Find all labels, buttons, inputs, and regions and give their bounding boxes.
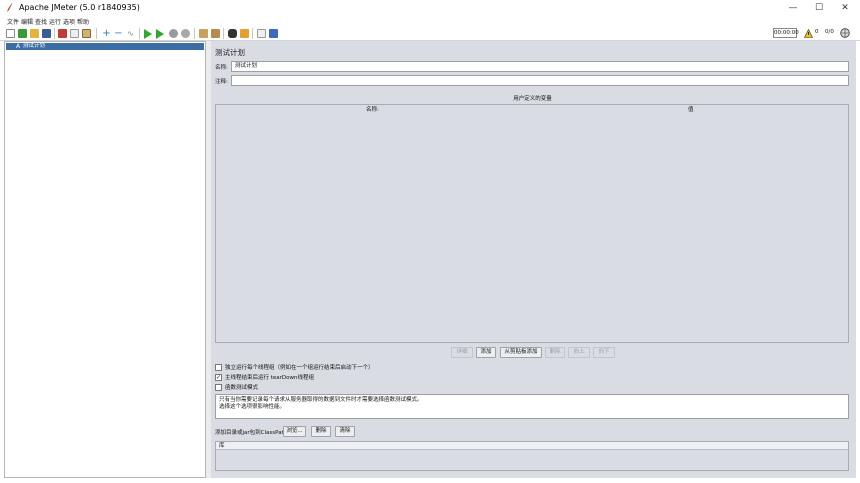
menu-options[interactable]: 选项 — [63, 17, 75, 26]
name-label: 名称: — [215, 65, 228, 71]
add-button[interactable]: 添加 — [476, 347, 496, 358]
classpath-table[interactable]: 库 — [215, 441, 849, 471]
user-vars-table[interactable]: 名称: 值 — [215, 104, 849, 343]
maximize-button[interactable]: ☐ — [806, 0, 832, 16]
elapsed-timer: 00:00:00 — [773, 28, 799, 38]
toggle-icon[interactable]: ∿ — [126, 29, 135, 38]
minimize-button[interactable]: — — [780, 0, 806, 16]
menu-help[interactable]: 帮助 — [77, 17, 89, 26]
serialize-groups-checkbox[interactable] — [215, 364, 222, 371]
toolbar: + − ∿ 00:00:00 0 0/0 — [0, 26, 860, 41]
expand-icon[interactable]: + — [102, 29, 111, 39]
paste-icon[interactable] — [82, 29, 91, 38]
clear-icon[interactable] — [199, 29, 208, 38]
toolbar-separator — [194, 28, 195, 39]
user-vars-caption: 用户定义的变量 — [513, 96, 552, 102]
start-no-pause-icon[interactable] — [156, 29, 164, 39]
templates-icon[interactable] — [18, 29, 27, 38]
thread-count: 0/0 — [825, 29, 834, 35]
clear-all-icon[interactable] — [211, 29, 220, 38]
comment-label: 注释: — [215, 79, 228, 85]
stop-icon[interactable] — [169, 29, 178, 38]
user-vars-header: 名称: 值 — [216, 105, 848, 113]
menu-bar: 文件 编辑 查找 运行 选项 帮助 — [0, 16, 860, 26]
add-from-clipboard-button[interactable]: 从剪贴板添加 — [500, 347, 542, 358]
move-up-button[interactable]: 向上 — [568, 347, 590, 358]
note-line: 选择这个选项很影响性能。 — [219, 404, 286, 410]
test-tree-panel: A 测试计划 — [4, 41, 206, 478]
teardown-label: 主线程结束后运行 tearDown线程组 — [225, 375, 315, 381]
toolbar-separator — [54, 28, 55, 39]
warning-icon[interactable] — [804, 29, 813, 38]
reset-search-icon[interactable] — [240, 29, 249, 38]
test-plan-icon: A — [16, 43, 21, 50]
name-field[interactable]: 测试计划 — [231, 61, 849, 72]
menu-edit[interactable]: 编辑 — [21, 17, 33, 26]
menu-search[interactable]: 查找 — [35, 17, 47, 26]
toolbar-separator — [139, 28, 140, 39]
search-binoculars-icon[interactable] — [228, 29, 237, 38]
toolbar-separator — [223, 28, 224, 39]
delete-button[interactable]: 删除 — [545, 347, 565, 358]
functional-mode-note: 只有当你需要记录每个请求从服务器取得的数据到文件时才需要选择函数测试模式。 选择… — [215, 394, 849, 419]
classpath-delete-button[interactable]: 删除 — [311, 426, 331, 437]
classpath-clear-button[interactable]: 清除 — [335, 426, 355, 437]
shutdown-icon[interactable] — [181, 29, 190, 38]
window-title: Apache JMeter (5.0 r1840935) — [19, 3, 140, 12]
collapse-icon[interactable]: − — [114, 29, 123, 39]
cut-icon[interactable] — [58, 29, 67, 38]
new-icon[interactable] — [6, 29, 15, 38]
toolbar-separator — [252, 28, 253, 39]
copy-icon[interactable] — [70, 29, 79, 38]
toolbar-separator — [96, 28, 97, 39]
close-button[interactable]: ✕ — [832, 0, 858, 16]
move-down-button[interactable]: 向下 — [593, 347, 615, 358]
title-bar: Apache JMeter (5.0 r1840935) — ☐ ✕ — [0, 0, 860, 16]
serialize-groups-label: 独立运行每个线程组（例如在一个组运行结束后启动下一个） — [225, 365, 374, 371]
tree-node-test-plan[interactable]: A 测试计划 — [6, 43, 204, 50]
open-icon[interactable] — [30, 29, 39, 38]
column-value-header: 值 — [688, 107, 694, 113]
test-plan-editor: 测试计划 名称: 测试计划 注释: 用户定义的变量 名称: 值 详细 添加 从剪… — [211, 41, 856, 478]
note-line: 只有当你需要记录每个请求从服务器取得的数据到文件时才需要选择函数测试模式。 — [219, 397, 423, 403]
teardown-checkbox[interactable]: ✓ — [215, 374, 222, 381]
functional-mode-checkbox[interactable] — [215, 384, 222, 391]
panel-title: 测试计划 — [215, 48, 245, 57]
library-column-header: 库 — [216, 442, 848, 450]
detail-button[interactable]: 详细 — [451, 347, 473, 358]
functional-mode-label: 函数测试模式 — [225, 385, 259, 391]
function-helper-icon[interactable] — [257, 29, 266, 38]
menu-file[interactable]: 文件 — [7, 17, 19, 26]
save-icon[interactable] — [42, 29, 51, 38]
help-icon[interactable] — [269, 29, 278, 38]
column-name-header: 名称: — [366, 107, 379, 113]
jmeter-feather-icon — [7, 3, 12, 12]
menu-run[interactable]: 运行 — [49, 17, 61, 26]
comment-field[interactable] — [231, 75, 849, 86]
start-icon[interactable] — [144, 29, 152, 39]
warning-count: 0 — [815, 29, 819, 35]
classpath-label: 添加目录或jar包到ClassPath — [215, 430, 288, 436]
tree-node-label: 测试计划 — [23, 43, 46, 49]
remote-globe-icon[interactable] — [840, 28, 850, 38]
browse-button[interactable]: 浏览... — [283, 426, 306, 437]
